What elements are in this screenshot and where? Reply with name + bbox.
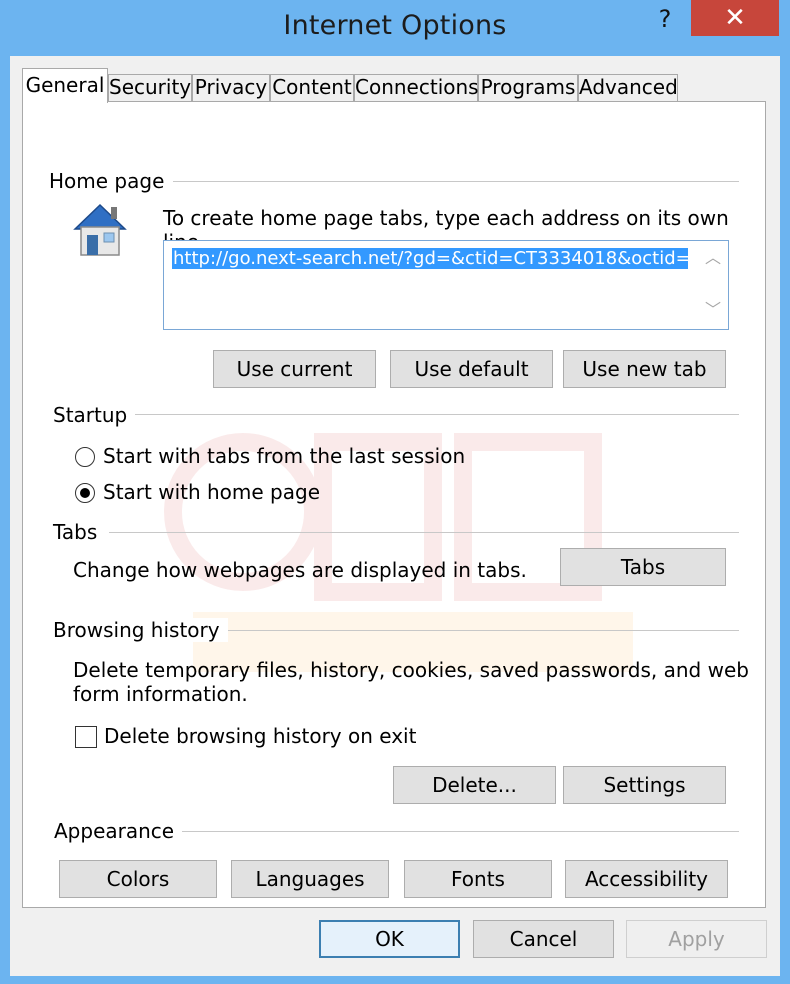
dialog-client-area: General Security Privacy Content Connect… [10,56,780,976]
scroll-down-icon[interactable]: ﹀ [704,301,722,319]
use-default-button[interactable]: Use default [390,350,553,388]
appearance-group-title: Appearance [54,819,183,843]
tabs-group-title: Tabs [53,520,106,544]
startup-last-session-label: Start with tabs from the last session [103,444,466,468]
home-page-group-title: Home page [49,169,173,193]
browsing-history-group-title: Browsing history [53,618,228,642]
use-current-button[interactable]: Use current [213,350,376,388]
tab-advanced[interactable]: Advanced [578,74,678,101]
cancel-button[interactable]: Cancel [473,920,614,958]
home-page-group-line [173,181,739,182]
tab-content[interactable]: Content [270,74,354,101]
help-button[interactable]: ? [650,4,680,34]
tab-programs[interactable]: Programs [478,74,578,101]
title-bar[interactable]: Internet Options ? ✕ [0,0,790,56]
colors-button[interactable]: Colors [59,860,217,898]
browsing-history-group-line [209,630,739,631]
close-button[interactable]: ✕ [691,0,779,36]
home-page-url-value: http://go.next-search.net/?gd=&ctid=CT33… [172,248,688,269]
tab-security[interactable]: Security [108,74,192,101]
tab-privacy[interactable]: Privacy [192,74,270,101]
delete-history-on-exit-label: Delete browsing history on exit [104,724,417,748]
accessibility-button[interactable]: Accessibility [565,860,728,898]
startup-group-line [133,414,739,415]
history-settings-button[interactable]: Settings [563,766,726,804]
startup-home-page-radio[interactable] [75,483,95,503]
tab-connections[interactable]: Connections [354,74,479,101]
internet-options-window: Internet Options ? ✕ General Security Pr… [0,0,790,984]
delete-history-on-exit-checkbox[interactable] [75,726,97,748]
house-icon [73,203,127,256]
tabs-group-line [109,532,739,533]
ok-button[interactable]: OK [319,920,460,958]
tab-general[interactable]: General [22,68,108,103]
browsing-history-description-line1: Delete temporary files, history, cookies… [73,658,749,682]
scroll-up-icon[interactable]: ︿ [704,249,722,267]
startup-group-title: Startup [53,403,136,427]
general-tab-panel: Home page To create home page tabs, type… [22,101,766,908]
languages-button[interactable]: Languages [231,860,389,898]
delete-history-button[interactable]: Delete... [393,766,556,804]
apply-button[interactable]: Apply [626,920,767,958]
tabs-description: Change how webpages are displayed in tab… [73,558,527,582]
tabs-settings-button[interactable]: Tabs [560,548,726,586]
appearance-group-line [177,831,739,832]
startup-home-page-label: Start with home page [103,480,321,504]
browsing-history-description-line2: form information. [73,682,248,706]
home-page-url-textarea[interactable]: http://go.next-search.net/?gd=&ctid=CT33… [163,240,729,330]
startup-last-session-radio[interactable] [75,447,95,467]
fonts-button[interactable]: Fonts [404,860,552,898]
use-new-tab-button[interactable]: Use new tab [563,350,726,388]
